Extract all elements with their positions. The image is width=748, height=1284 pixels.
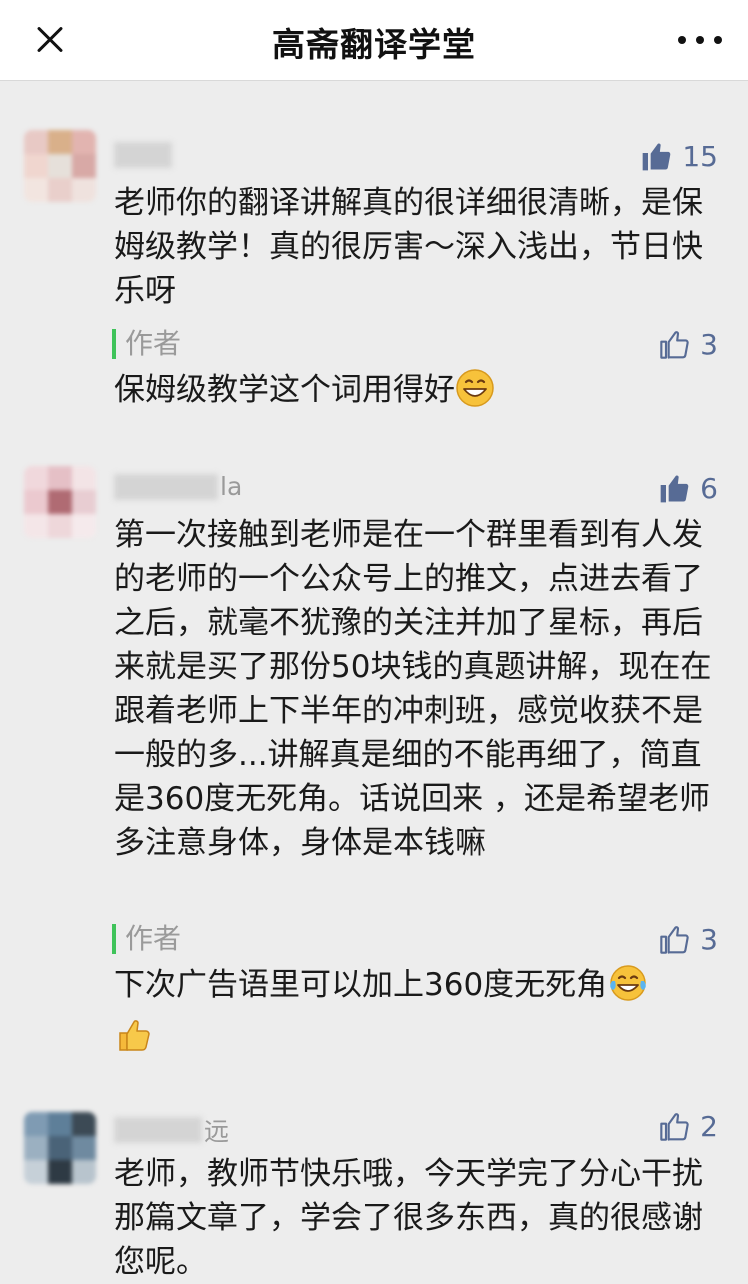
- page-title: 高斋翻译学堂: [272, 25, 476, 64]
- reply-like-button[interactable]: 3: [658, 328, 718, 361]
- reply-like-button[interactable]: 3: [658, 923, 718, 956]
- thumbs-up-filled-icon: [643, 142, 671, 170]
- top-bar: 高斋翻译学堂: [0, 0, 748, 81]
- username[interactable]: la: [114, 472, 242, 501]
- like-button[interactable]: 2: [658, 1110, 718, 1143]
- thumbs-up-outline-icon: [660, 330, 689, 359]
- thumbs-up-filled-icon: [660, 474, 689, 502]
- like-count: 15: [682, 140, 718, 173]
- thumbs-up-outline-icon: [660, 925, 689, 954]
- thumbs-up-emoji-icon: [114, 1015, 154, 1067]
- username[interactable]: [114, 142, 174, 168]
- author-label: 作者: [112, 924, 181, 954]
- thumbs-up-outline-icon: [660, 1112, 689, 1141]
- like-button[interactable]: 6: [658, 472, 718, 505]
- username[interactable]: 远: [114, 1112, 229, 1148]
- reply-text: 下次广告语里可以加上360度无死角: [114, 963, 724, 1067]
- avatar[interactable]: [24, 1112, 96, 1184]
- like-count: 2: [700, 1110, 718, 1143]
- avatar[interactable]: [24, 466, 96, 538]
- avatar[interactable]: [24, 130, 96, 202]
- like-count: 6: [700, 472, 718, 505]
- like-count: 3: [700, 328, 718, 361]
- author-label: 作者: [112, 329, 181, 359]
- reply-text: 保姆级教学这个词用得好: [114, 368, 724, 420]
- comment-text: 老师，教师节快乐哦，今天学完了分心干扰那篇文章了，学会了很多东西，真的很感谢您呢…: [114, 1156, 703, 1280]
- username-mask: [114, 1117, 202, 1143]
- more-icon[interactable]: [678, 34, 722, 46]
- comment-text: 第一次接触到老师是在一个群里看到有人发的老师的一个公众号上的推文，点进去看了之后…: [114, 517, 712, 861]
- username-mask: [114, 473, 218, 500]
- comment-text: 老师你的翻译讲解真的很详细很清晰，是保姆级教学！真的很厉害～深入浅出，节日快乐呀: [114, 185, 703, 309]
- username-mask: [114, 142, 172, 168]
- like-count: 3: [700, 923, 718, 956]
- like-button[interactable]: 15: [640, 140, 718, 173]
- tears-of-joy-icon: [607, 963, 649, 1015]
- grinning-face-icon: [455, 368, 495, 420]
